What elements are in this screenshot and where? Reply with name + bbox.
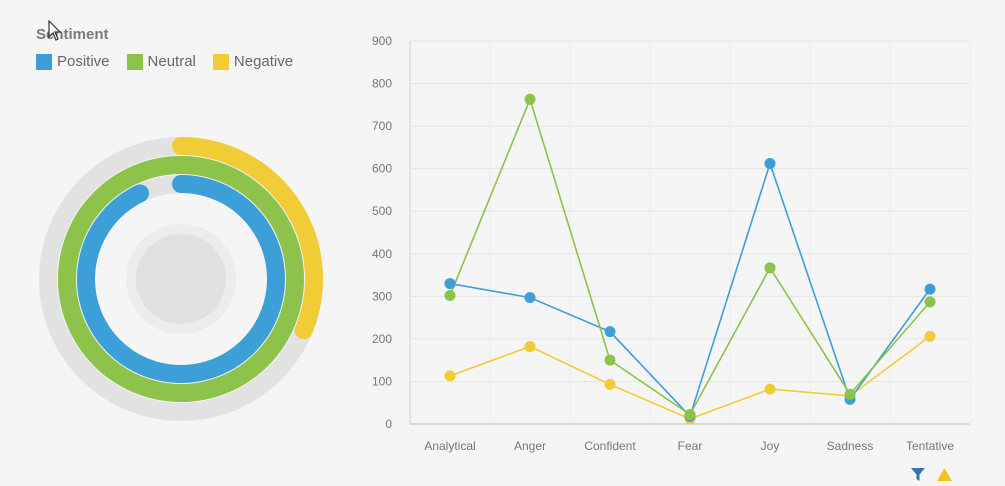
line-chart: 0 100 200 300 400 500 600 700 800 900 Analytical An… (372, 34, 971, 453)
series-line-neutral (449, 96, 931, 416)
data-point-neutral[interactable] (604, 354, 616, 366)
y-tick-label: 300 (372, 289, 392, 303)
x-tick-label: Joy (761, 439, 780, 453)
y-tick-label: 800 (372, 77, 392, 91)
y-tick-label: 700 (372, 119, 392, 133)
x-tick-label: Fear (678, 439, 703, 453)
y-tick-label: 900 (372, 34, 392, 48)
data-point-neutral[interactable] (444, 289, 456, 301)
data-point-positive[interactable] (924, 283, 936, 295)
data-point-neutral[interactable] (524, 93, 536, 105)
x-tick-label: Analytical (424, 439, 475, 453)
x-tick-label: Anger (514, 439, 546, 453)
chart-toolbar (910, 467, 953, 482)
series-line-positive (449, 160, 931, 418)
donut-center-inner (136, 234, 226, 324)
warning-icon[interactable] (936, 467, 953, 482)
data-point-negative[interactable] (604, 378, 616, 390)
y-tick-label: 600 (372, 162, 392, 176)
y-tick-label: 400 (372, 247, 392, 261)
x-tick-label: Sadness (827, 439, 874, 453)
series-line-negative (449, 335, 931, 420)
data-point-neutral[interactable] (684, 409, 696, 421)
y-tick-label: 0 (385, 417, 392, 431)
data-point-positive[interactable] (444, 278, 456, 290)
y-tick-label: 100 (372, 374, 392, 388)
data-point-positive[interactable] (764, 158, 776, 170)
data-point-negative[interactable] (444, 370, 456, 382)
y-tick-label: 500 (372, 204, 392, 218)
data-point-negative[interactable] (524, 341, 536, 353)
x-tick-label: Tentative (906, 439, 954, 453)
x-tick-label: Confident (584, 439, 636, 453)
data-point-negative[interactable] (924, 330, 936, 342)
y-tick-label: 200 (372, 332, 392, 346)
data-point-neutral[interactable] (764, 262, 776, 274)
data-point-neutral[interactable] (924, 296, 936, 308)
data-point-neutral[interactable] (844, 388, 856, 400)
filter-icon[interactable] (910, 467, 926, 482)
data-point-positive[interactable] (604, 326, 616, 338)
data-point-negative[interactable] (764, 383, 776, 395)
radial-donut-chart (39, 137, 323, 421)
data-point-positive[interactable] (524, 292, 536, 304)
